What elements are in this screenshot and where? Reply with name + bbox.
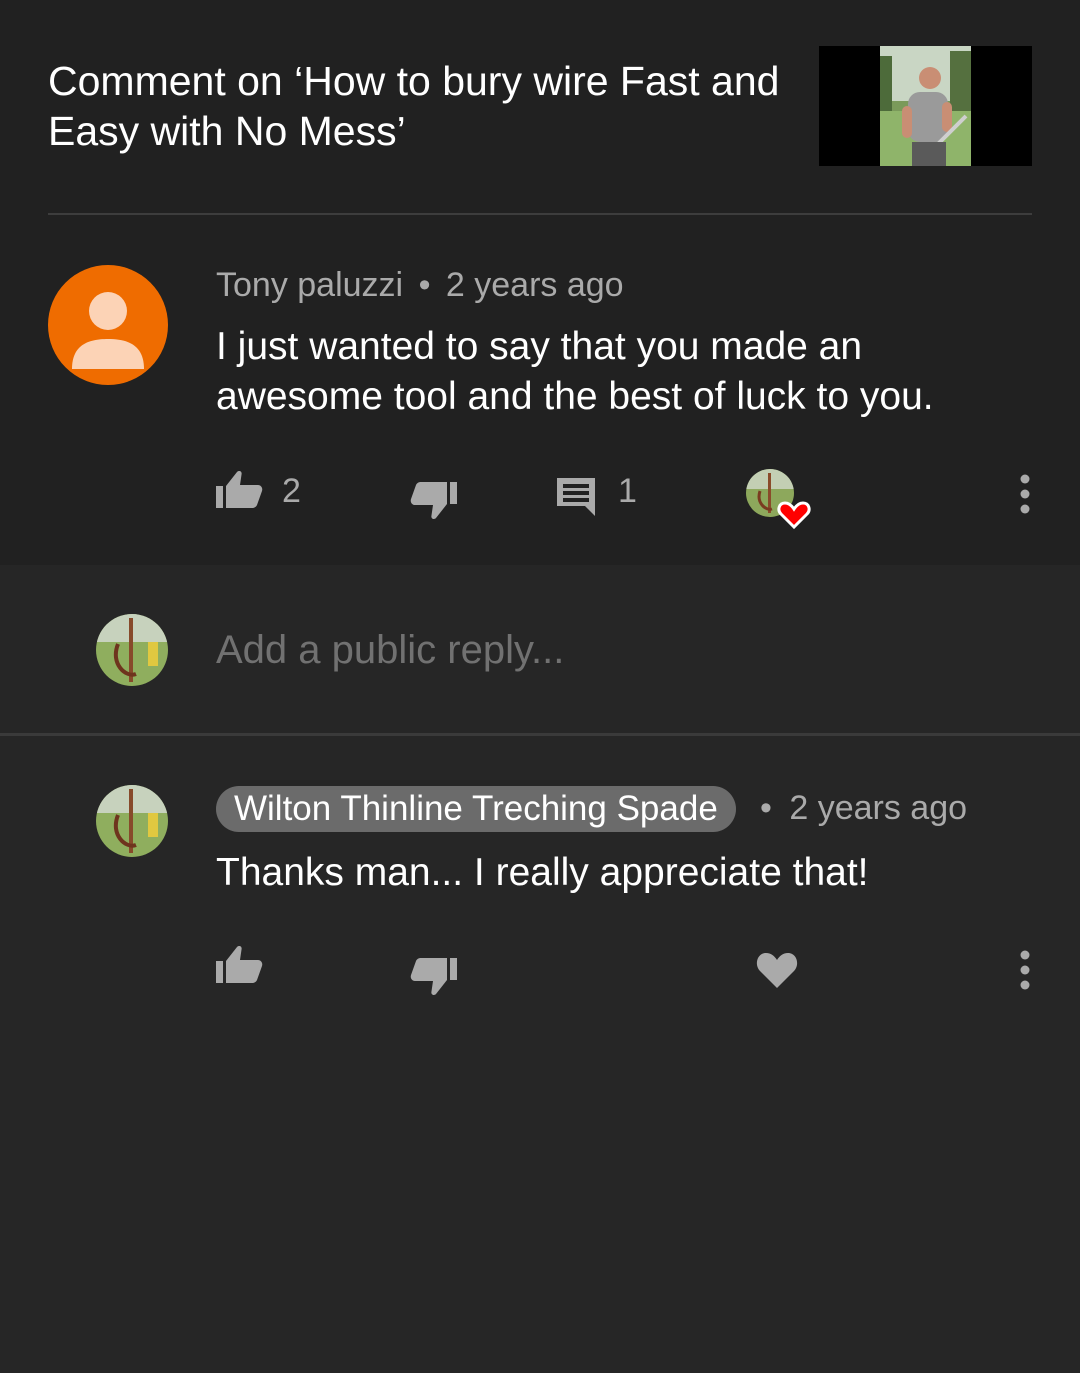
reply-meta: • 2 years ago xyxy=(760,789,967,828)
comment-author[interactable]: Tony paluzzi xyxy=(216,266,403,304)
avatar[interactable] xyxy=(48,265,168,385)
channel-avatar-image xyxy=(96,785,168,857)
thumbnail-image xyxy=(880,46,971,166)
like-button[interactable] xyxy=(216,470,264,515)
reply-heart-button[interactable] xyxy=(755,950,799,995)
more-vert-icon xyxy=(1020,474,1030,514)
channel-avatar-image xyxy=(96,614,168,686)
thumbs-down-icon xyxy=(410,482,457,519)
thumbs-up-icon xyxy=(216,946,263,983)
more-vert-icon xyxy=(1020,950,1030,990)
reply-count: 1 xyxy=(618,472,637,510)
thumbs-down-icon xyxy=(410,958,457,995)
divider xyxy=(48,213,1032,215)
divider xyxy=(0,733,1080,736)
reply-more-button[interactable] xyxy=(1018,950,1032,995)
default-user-icon xyxy=(72,292,144,369)
reply-time: 2 years ago xyxy=(789,789,968,827)
reply-like-button[interactable] xyxy=(216,945,264,990)
comment-more-button[interactable] xyxy=(1018,474,1032,519)
reply-dislike-button[interactable] xyxy=(409,956,457,1001)
comment-time: 2 years ago xyxy=(445,266,624,304)
page-title: Comment on ‘How to bury wire Fast and Ea… xyxy=(48,58,780,154)
thumbs-up-icon xyxy=(216,471,263,508)
reply-input[interactable]: Add a public reply... xyxy=(216,628,564,673)
dislike-button[interactable] xyxy=(409,480,457,525)
creator-heart-icon xyxy=(746,469,811,530)
avatar[interactable] xyxy=(96,785,168,857)
meta-separator: • xyxy=(760,789,772,827)
like-count: 2 xyxy=(282,472,301,510)
avatar[interactable] xyxy=(96,614,168,686)
reply-button[interactable] xyxy=(555,476,597,521)
creator-heart xyxy=(746,469,816,533)
meta-separator: • xyxy=(418,266,431,304)
heart-icon xyxy=(756,953,798,988)
reply-text: Thanks man... I really appreciate that! xyxy=(216,851,869,894)
video-thumbnail[interactable] xyxy=(819,46,1032,166)
reply-author-chip[interactable]: Wilton Thinline Treching Spade xyxy=(216,786,736,832)
comment-meta: Tony paluzzi • 2 years ago xyxy=(216,266,624,305)
comment-icon xyxy=(557,478,595,516)
comment-text: I just wanted to say that you made an aw… xyxy=(216,325,934,418)
